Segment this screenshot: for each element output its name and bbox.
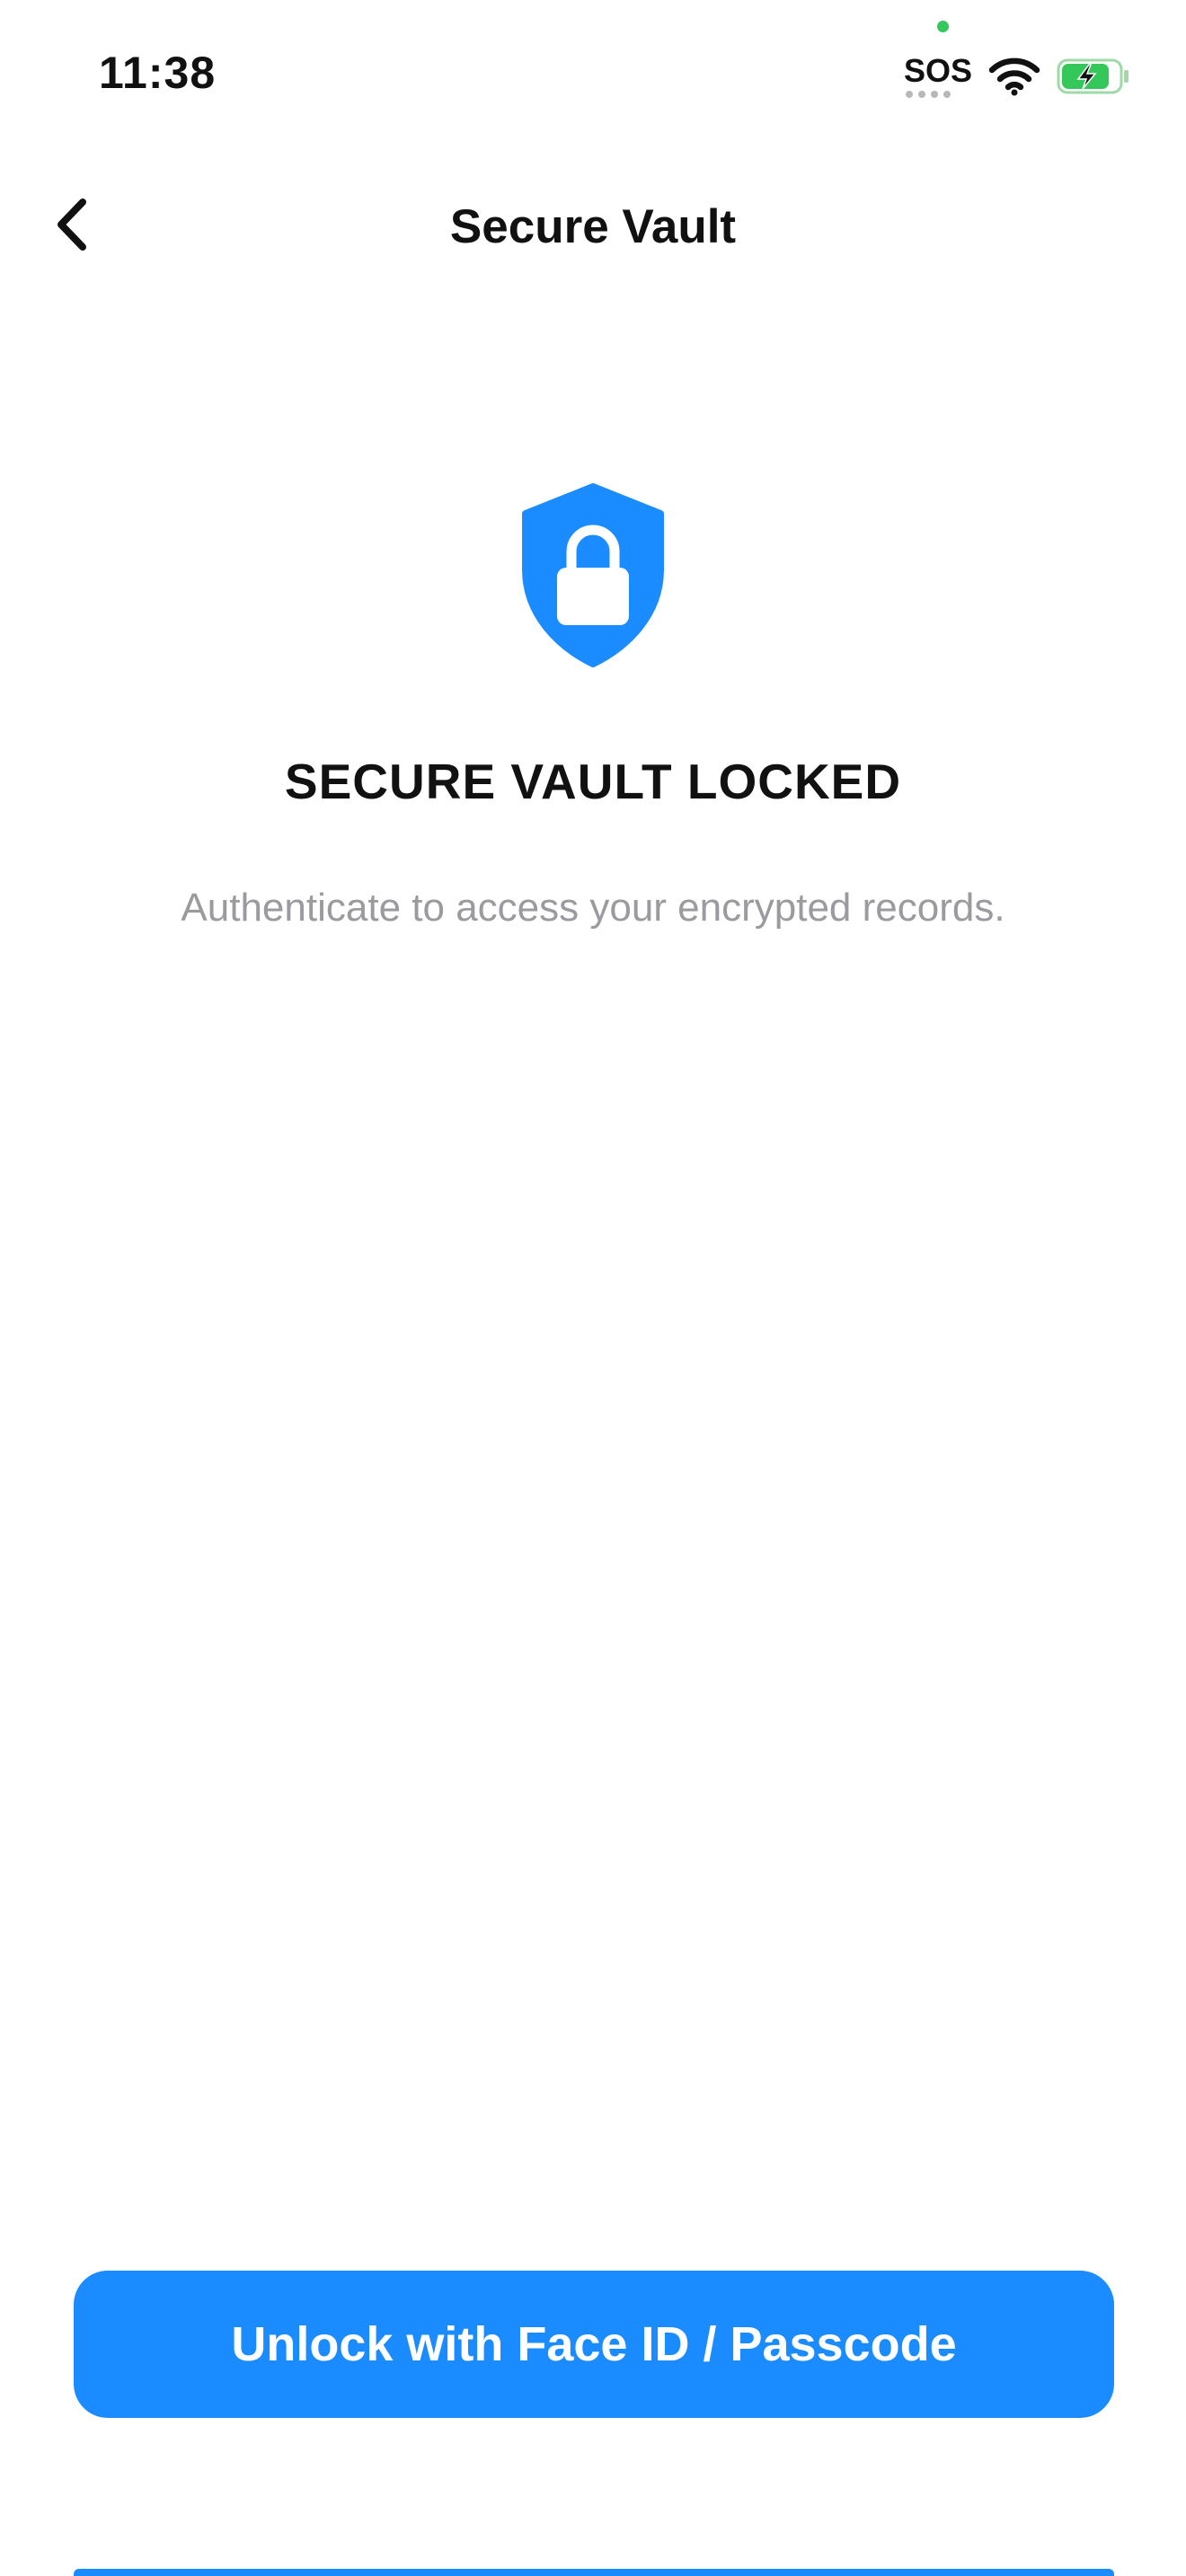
bottom-bar-peek bbox=[74, 2569, 1114, 2576]
battery-charging-icon bbox=[1057, 57, 1130, 95]
status-time: 11:38 bbox=[99, 48, 217, 98]
navigation-bar: Secure Vault bbox=[0, 171, 1186, 278]
sos-label: SOS bbox=[903, 52, 972, 89]
status-bar: 11:38 SOS bbox=[0, 0, 1186, 153]
status-icons: SOS bbox=[904, 49, 1130, 103]
locked-subtitle: Authenticate to access your encrypted re… bbox=[181, 886, 1005, 930]
shield-lock-icon bbox=[517, 483, 669, 667]
unlock-button[interactable]: Unlock with Face ID / Passcode bbox=[74, 2271, 1114, 2418]
signal-dots-icon bbox=[905, 91, 951, 98]
wifi-icon bbox=[988, 57, 1040, 96]
locked-heading: SECURE VAULT LOCKED bbox=[284, 754, 902, 809]
page-title: Secure Vault bbox=[449, 200, 737, 253]
sos-indicator: SOS bbox=[904, 55, 972, 98]
privacy-indicator-icon bbox=[937, 21, 949, 32]
secure-vault-screen: 11:38 SOS Secure Vault SECURE VAULT LOCK… bbox=[0, 0, 1186, 2576]
